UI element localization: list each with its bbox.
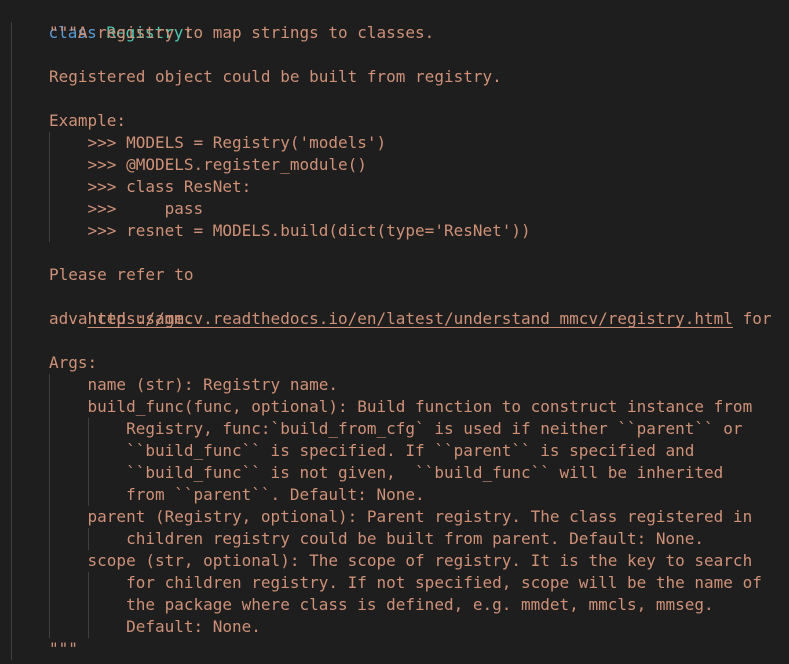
docstring-line: >>> MODELS = Registry('models') <box>49 133 387 152</box>
indent-guide-level-1 <box>11 22 12 660</box>
docstring-line: >>> resnet = MODELS.build(dict(type='Res… <box>49 221 531 240</box>
docstring-line: >>> pass <box>49 199 204 218</box>
docstring-line: Args: <box>49 353 98 372</box>
docstring-line: build_func(func, optional): Build functi… <box>49 397 753 416</box>
docstring-line: Registry, func:`build_from_cfg` is used … <box>49 419 743 438</box>
docstring-line: >>> @MODELS.register_module() <box>49 155 367 174</box>
docstring-line: Please refer to <box>49 265 194 284</box>
docstring-line: name (str): Registry name. <box>49 375 338 394</box>
docstring-line-closing-quotes: """ <box>49 639 78 658</box>
docstring-line: advanced usage. <box>49 309 194 328</box>
docstring-line: Default: None. <box>49 617 261 636</box>
docstring-line: parent (Registry, optional): Parent regi… <box>49 507 753 526</box>
code-line-class-declaration: class Registry: <box>10 0 194 42</box>
docstring-link-line: https://mmcv.readthedocs.io/en/latest/un… <box>49 286 772 328</box>
docstring-line: from ``parent``. Default: None. <box>49 485 425 504</box>
docstring-line: the package where class is defined, e.g.… <box>49 595 714 614</box>
docstring-line: children registry could be built from pa… <box>49 529 705 548</box>
code-editor[interactable]: class Registry: """A registry to map str… <box>0 0 789 664</box>
docstring-line: """A registry to map strings to classes. <box>49 23 435 42</box>
docstring-line: Registered object could be built from re… <box>49 67 502 86</box>
docstring-line: for children registry. If not specified,… <box>49 573 762 592</box>
docstring-line: scope (str, optional): The scope of regi… <box>49 551 753 570</box>
link-suffix-text: for <box>732 309 772 328</box>
docstring-line: Example: <box>49 111 127 130</box>
docstring-line: ``build_func`` is not given, ``build_fun… <box>49 463 724 482</box>
docstring-line: ``build_func`` is specified. If ``parent… <box>49 441 695 460</box>
docstring-line: >>> class ResNet: <box>49 177 252 196</box>
